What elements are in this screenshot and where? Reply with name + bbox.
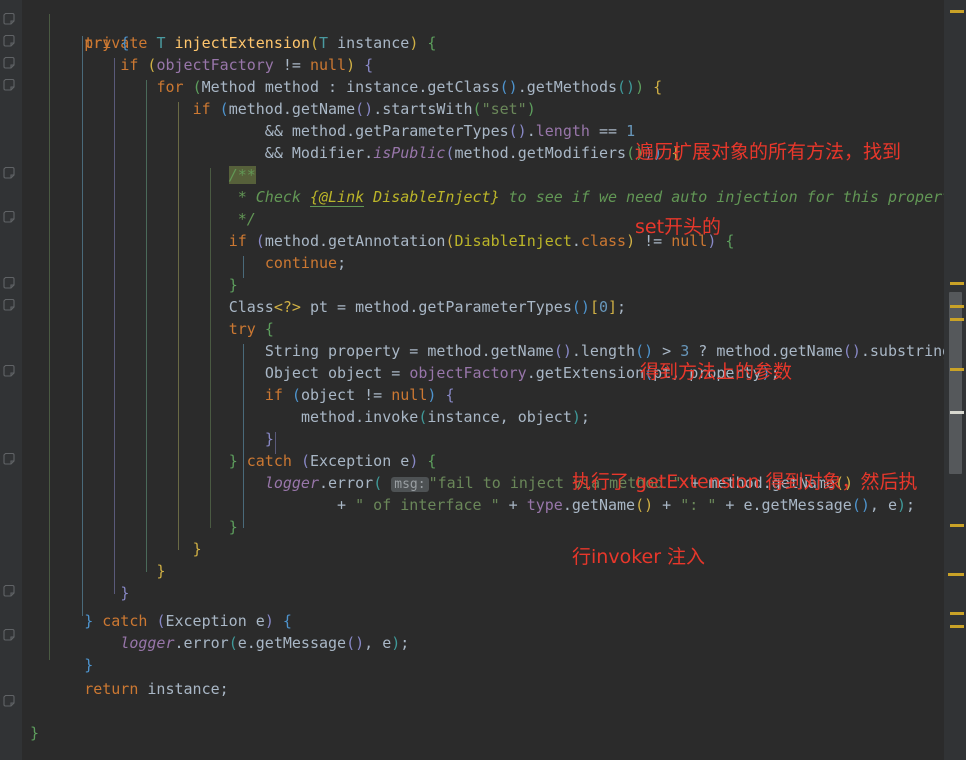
javadoc-open-highlight: /**: [228, 166, 256, 184]
code-line: if (objectFactory != null) {: [120, 56, 374, 74]
fold-collapse-icon[interactable]: [3, 34, 16, 47]
fold-collapse-icon[interactable]: [3, 694, 16, 707]
code-line: return instance;: [84, 680, 229, 698]
code-line: if (method.getAnnotation(DisableInject.c…: [228, 232, 735, 250]
code-content[interactable]: private T injectExtension(T instance) { …: [22, 0, 944, 760]
fold-collapse-icon[interactable]: [3, 276, 16, 289]
code-line: continue;: [264, 254, 347, 272]
editor-marker[interactable]: [950, 625, 964, 628]
annotation-iterate-methods: 遍历扩展对象的所有方法，找到 set开头的: [635, 90, 901, 290]
code-line: String property = method.getName().lengt…: [264, 342, 944, 360]
editor-marker[interactable]: [950, 524, 964, 527]
editor-marker[interactable]: [950, 10, 964, 13]
code-line: }: [192, 540, 202, 558]
code-line: }: [228, 276, 238, 294]
fold-collapse-icon[interactable]: [3, 166, 16, 179]
annotation-get-parameter: 得到方法上的参数: [640, 310, 792, 435]
msg-parameter-hint: msg:: [391, 477, 429, 492]
code-line: */: [237, 210, 256, 228]
code-line: method.invoke(instance, object);: [300, 408, 590, 426]
code-editor-pane[interactable]: private T injectExtension(T instance) { …: [0, 0, 966, 760]
editor-marker[interactable]: [950, 318, 964, 321]
editor-marker[interactable]: [950, 368, 964, 371]
code-line: for (Method method : instance.getClass()…: [156, 78, 663, 96]
code-line: }: [156, 562, 166, 580]
fold-collapse-icon[interactable]: [3, 452, 16, 465]
annotation-line: 得到方法上的参数: [640, 361, 793, 383]
editor-marker-bar[interactable]: [944, 0, 966, 760]
code-line: && Modifier.isPublic(method.getModifiers…: [30, 144, 681, 162]
code-line: && method.getParameterTypes().length == …: [30, 122, 636, 140]
code-line: try {: [228, 320, 274, 338]
code-line: }: [84, 656, 94, 674]
annotation-line: 行invoker 注入: [572, 546, 706, 568]
fold-collapse-icon[interactable]: [3, 364, 16, 377]
code-line: }: [228, 518, 238, 536]
code-line: }: [264, 430, 274, 448]
fold-collapse-icon[interactable]: [3, 584, 16, 597]
editor-marker[interactable]: [950, 612, 964, 615]
fold-collapse-icon[interactable]: [3, 12, 16, 25]
code-line: }: [120, 584, 130, 602]
fold-collapse-icon[interactable]: [3, 56, 16, 69]
code-line: logger.error(e.getMessage(), e);: [120, 634, 410, 652]
code-line: }: [30, 724, 40, 742]
code-line: Class<?> pt = method.getParameterTypes()…: [228, 298, 627, 316]
code-line: private T injectExtension(T instance) {: [84, 34, 437, 52]
code-line: if (method.getName().startsWith("set"): [192, 100, 536, 118]
code-line: } catch (Exception e) {: [84, 612, 292, 630]
fold-collapse-icon[interactable]: [3, 298, 16, 311]
editor-marker[interactable]: [950, 282, 964, 285]
annotation-get-extension: 执行了 getExtension 得到对象，然后执 行invoker 注入: [572, 420, 918, 620]
editor-gutter[interactable]: [0, 0, 22, 760]
fold-collapse-icon[interactable]: [3, 628, 16, 641]
editor-marker[interactable]: [950, 411, 964, 414]
editor-marker[interactable]: [950, 305, 964, 308]
code-line: if (object != null) {: [264, 386, 455, 404]
annotation-line: set开头的: [635, 216, 722, 238]
annotation-line: 遍历扩展对象的所有方法，找到: [635, 141, 902, 163]
code-line: } catch (Exception e) {: [228, 452, 437, 470]
editor-marker[interactable]: [948, 573, 964, 576]
fold-collapse-icon[interactable]: [3, 210, 16, 223]
annotation-line: 执行了 getExtension 得到对象，然后执: [572, 471, 918, 493]
code-line: /**: [30, 164, 256, 186]
code-line: try {: [84, 34, 130, 52]
fold-collapse-icon[interactable]: [3, 78, 16, 91]
